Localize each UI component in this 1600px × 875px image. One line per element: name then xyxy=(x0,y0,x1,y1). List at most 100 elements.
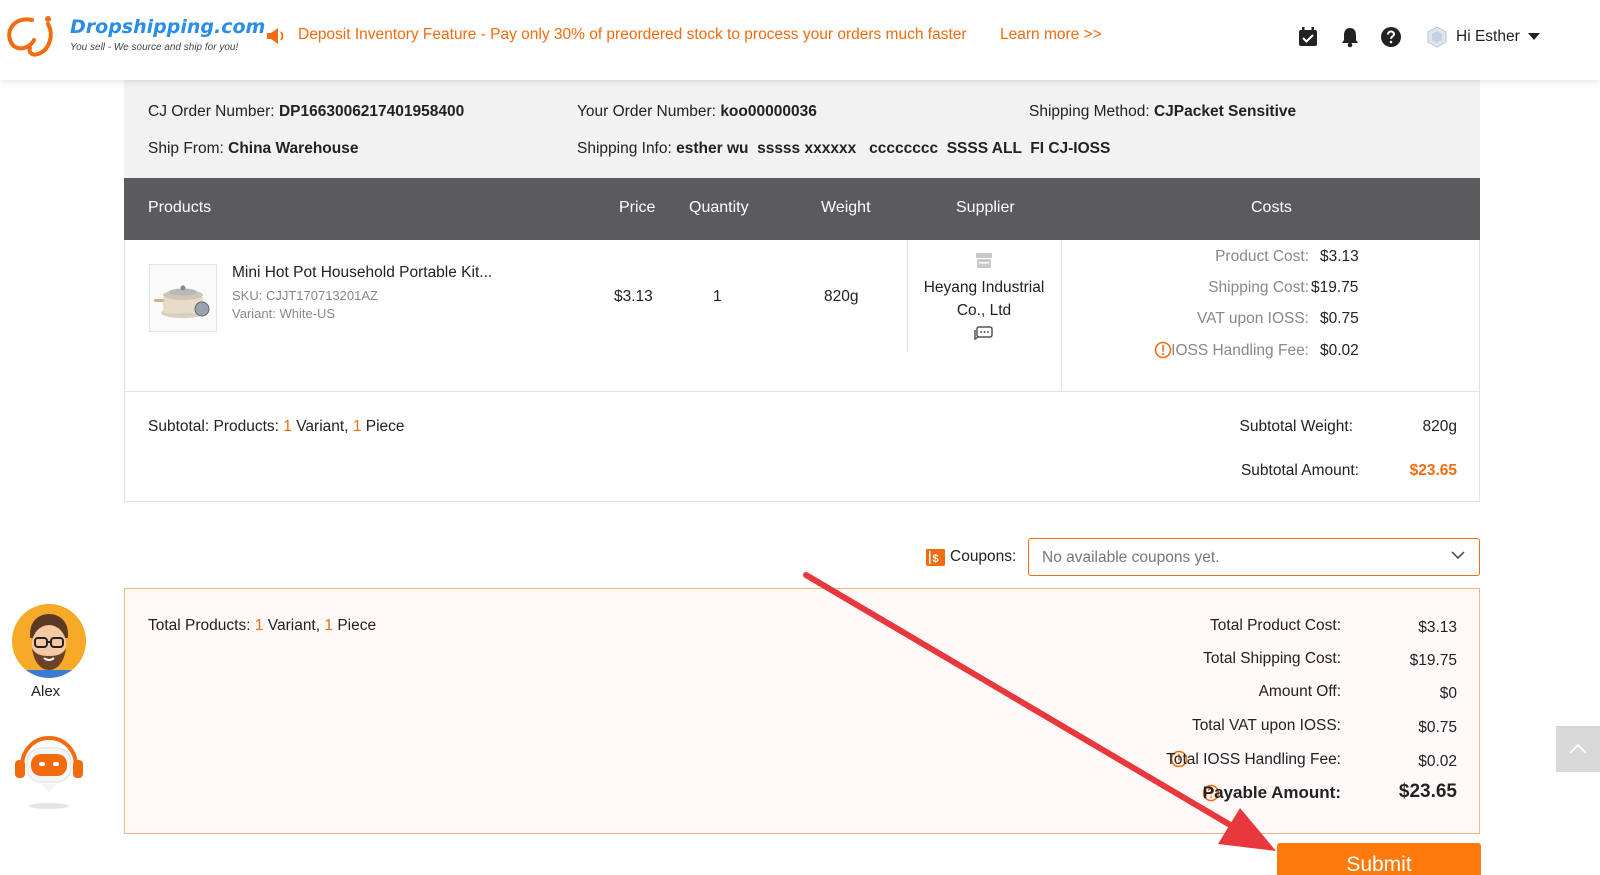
hot-pot-image xyxy=(154,285,210,318)
bell-icon[interactable] xyxy=(1339,26,1361,48)
agent-avatar-icon xyxy=(12,604,86,678)
totals-section: Total Products: 1 Variant, 1 Piece Total… xyxy=(124,588,1480,834)
shipping-cost-label: Shipping Cost: xyxy=(1208,279,1309,296)
column-divider xyxy=(1061,240,1062,391)
cj-order-value: DP1663006217401958400 xyxy=(278,103,465,120)
amount-off-value: $0 xyxy=(1439,685,1457,702)
product-cost-label: Product Cost: xyxy=(1215,248,1309,265)
total-variant-count: 1 xyxy=(254,617,264,634)
subtotal-weight-value: 820g xyxy=(1422,418,1457,435)
header-price: Price xyxy=(619,199,656,216)
your-order-value: koo00000036 xyxy=(720,103,817,120)
learn-more-link[interactable]: Learn more >> xyxy=(1000,26,1102,44)
header-products: Products xyxy=(148,199,212,216)
megaphone-icon xyxy=(267,28,284,44)
cj-order-label: CJ Order Number: xyxy=(148,103,275,120)
table-row: Mini Hot Pot Household Portable Kit... S… xyxy=(124,240,1480,392)
submit-button[interactable]: Submit xyxy=(1277,843,1481,875)
logo[interactable]: Dropshipping.com You sell - We source an… xyxy=(4,10,265,60)
chatbot-button[interactable] xyxy=(8,726,90,812)
your-order-number: Your Order Number: koo00000036 xyxy=(577,103,817,121)
top-navigation-bar: Dropshipping.com You sell - We source an… xyxy=(0,0,1600,80)
support-agent-avatar[interactable] xyxy=(12,604,86,678)
total-variant-word: Variant, xyxy=(267,617,321,634)
ship-from-value: China Warehouse xyxy=(228,140,359,157)
cj-order-number: CJ Order Number: DP1663006217401958400 xyxy=(148,103,464,121)
payable-amount-label: Payable Amount: xyxy=(1202,783,1341,802)
subtotal-products-label: Subtotal: Products: xyxy=(148,418,279,435)
header-quantity: Quantity xyxy=(689,199,749,216)
shipping-info-value: esther wu sssss xxxxxx cccccccc SSSS ALL… xyxy=(676,140,1111,157)
ioss-fee-label: IOSS Handling Fee: xyxy=(1171,342,1309,359)
product-name[interactable]: Mini Hot Pot Household Portable Kit... xyxy=(232,264,492,282)
shipping-cost-value: $19.75 xyxy=(1311,279,1359,296)
total-shipping-cost-label: Total Shipping Cost: xyxy=(1203,650,1341,667)
coupon-icon: $ xyxy=(926,549,945,566)
cj-logo-icon xyxy=(7,16,53,57)
your-order-label: Your Order Number: xyxy=(577,103,716,120)
shipping-method-value: CJPacket Sensitive xyxy=(1153,103,1297,120)
shipping-info: Shipping Info: esther wu sssss xxxxxx cc… xyxy=(577,140,1110,158)
product-weight: 820g xyxy=(824,288,859,305)
product-price: $3.13 xyxy=(614,288,653,305)
order-info-panel: CJ Order Number: DP1663006217401958400 Y… xyxy=(124,80,1480,178)
subtotal-amount-value: $23.65 xyxy=(1409,462,1457,479)
subtotal-weight-label: Subtotal Weight: xyxy=(1239,418,1353,435)
subtotal-variant-count: 1 xyxy=(283,418,292,435)
chat-icon[interactable] xyxy=(974,324,994,341)
logo-title: Dropshipping.com xyxy=(70,16,266,38)
back-to-top-button[interactable] xyxy=(1556,726,1600,772)
subtotal-products: Subtotal: Products: 1 Variant, 1 Piece xyxy=(148,418,405,436)
header-weight: Weight xyxy=(821,199,871,216)
total-vat-label: Total VAT upon IOSS: xyxy=(1191,717,1341,734)
total-products-label: Total Products: xyxy=(148,617,251,634)
robot-icon xyxy=(13,728,85,809)
shipping-method: Shipping Method: CJPacket Sensitive xyxy=(1029,103,1296,121)
chevron-up-icon xyxy=(1569,743,1587,754)
total-piece-count: 1 xyxy=(324,617,333,634)
shipping-info-label: Shipping Info: xyxy=(577,140,672,157)
warning-icon[interactable] xyxy=(1154,341,1172,359)
product-variant: Variant: White-US xyxy=(232,306,336,321)
coupons-select[interactable]: No available coupons yet. xyxy=(1028,538,1480,576)
ship-from: Ship From: China Warehouse xyxy=(148,140,358,158)
supplier-name[interactable]: Heyang Industrial Co., Ltd xyxy=(908,276,1060,322)
subtotal-piece-count: 1 xyxy=(352,418,362,435)
header-costs: Costs xyxy=(1251,199,1292,216)
calendar-check-icon[interactable] xyxy=(1297,26,1319,48)
subtotal-piece-word: Piece xyxy=(365,418,405,435)
ship-from-label: Ship From: xyxy=(148,140,224,157)
user-menu[interactable]: Hi Esther xyxy=(1426,24,1540,50)
supplier-cell: Heyang Industrial Co., Ltd xyxy=(908,240,1060,352)
shipping-method-label: Shipping Method: xyxy=(1029,103,1150,120)
total-vat-value: $0.75 xyxy=(1418,719,1457,736)
vat-value: $0.75 xyxy=(1320,310,1359,327)
total-shipping-cost-value: $19.75 xyxy=(1409,652,1457,669)
svg-text:$: $ xyxy=(933,553,939,565)
product-cost-value: $3.13 xyxy=(1320,248,1359,265)
total-ioss-fee-value: $0.02 xyxy=(1418,753,1457,770)
subtotal-amount-label: Subtotal Amount: xyxy=(1240,462,1359,479)
product-thumbnail[interactable] xyxy=(149,264,217,332)
total-piece-word: Piece xyxy=(337,617,377,634)
header-supplier: Supplier xyxy=(956,199,1015,216)
announcement-text: Deposit Inventory Feature - Pay only 30%… xyxy=(298,26,967,43)
subtotal-variant-word: Variant, xyxy=(296,418,349,435)
logo-subtitle: You sell - We source and ship for you! xyxy=(70,42,239,53)
help-icon[interactable] xyxy=(1380,26,1402,48)
avatar xyxy=(1427,26,1447,48)
subtotal-section: Subtotal: Products: 1 Variant, 1 Piece S… xyxy=(124,392,1480,502)
amount-off-label: Amount Off: xyxy=(1258,683,1341,700)
store-icon[interactable] xyxy=(974,252,994,269)
user-greeting: Hi Esther xyxy=(1456,28,1520,45)
agent-name: Alex xyxy=(31,683,61,700)
total-product-cost-label: Total Product Cost: xyxy=(1210,617,1341,634)
products-table-header: Products Price Quantity Weight Supplier … xyxy=(124,178,1480,240)
total-product-cost-value: $3.13 xyxy=(1418,619,1457,636)
product-quantity: 1 xyxy=(713,288,722,305)
ioss-fee-value: $0.02 xyxy=(1320,342,1359,359)
coupons-label: Coupons: xyxy=(950,548,1017,565)
product-sku: SKU: CJJT170713201AZ xyxy=(232,288,378,303)
coupons-selected-value: No available coupons yet. xyxy=(1042,549,1220,566)
caret-down-icon xyxy=(1527,33,1540,40)
